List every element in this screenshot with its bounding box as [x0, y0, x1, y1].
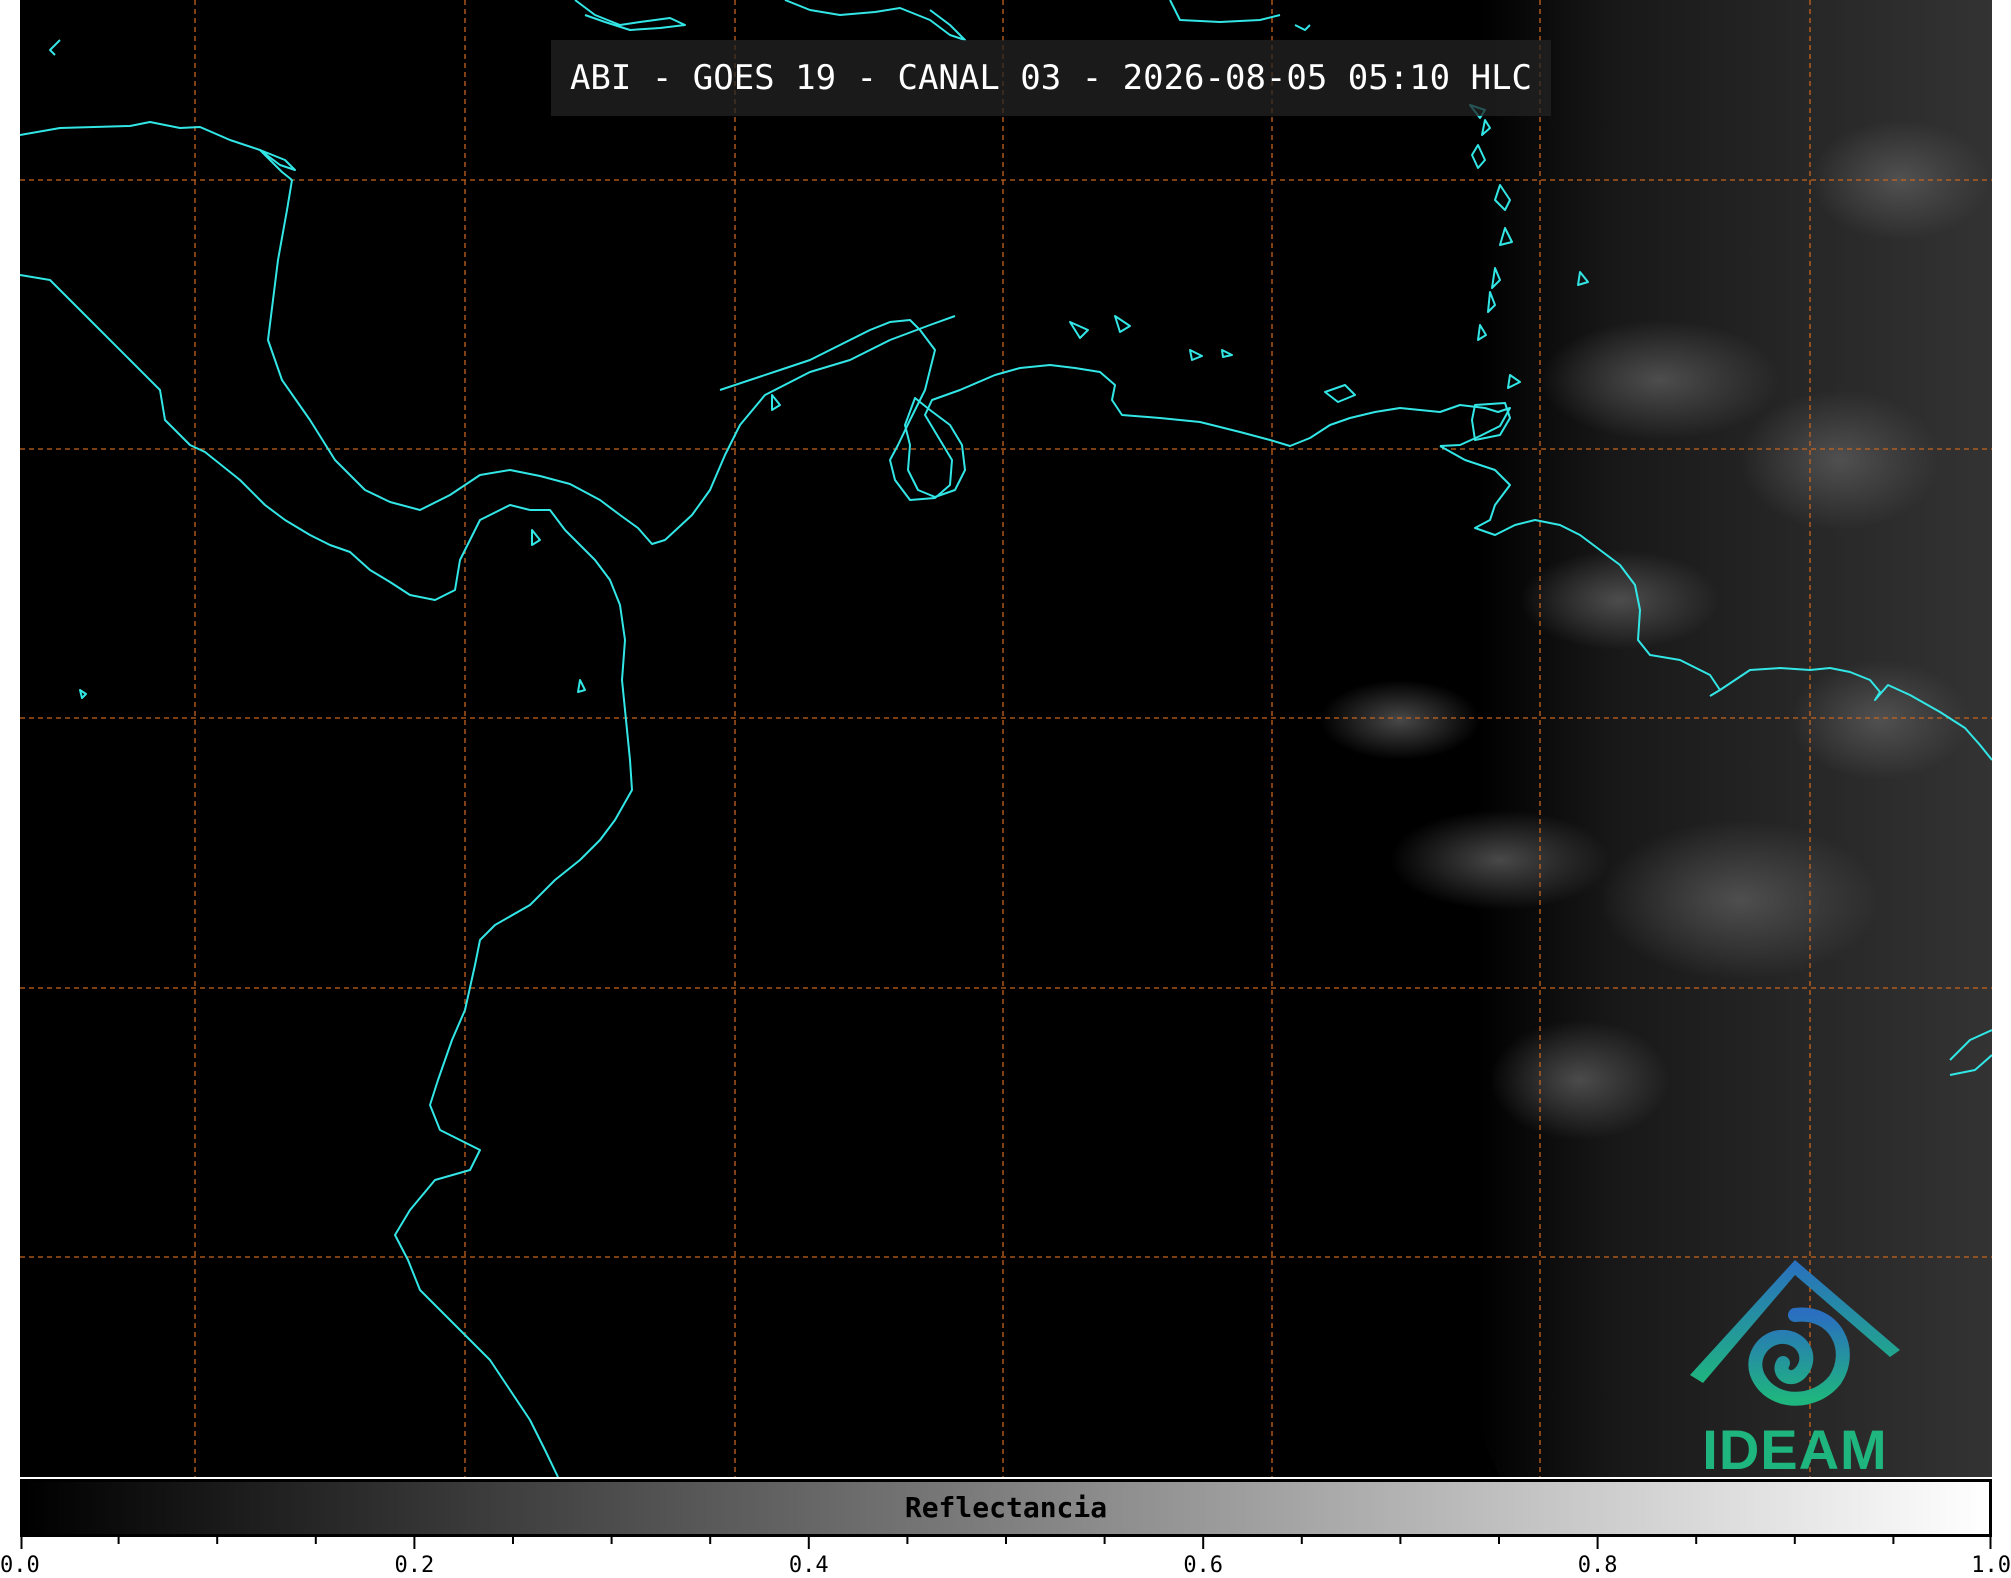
- ideam-logo-text: IDEAM: [1702, 1418, 1888, 1477]
- colorbar-ticks: [20, 1537, 1992, 1549]
- colorbar-tick-label: 1.0: [1971, 1553, 2011, 1578]
- colorbar-tick-label: 0.0: [0, 1553, 40, 1578]
- colorbar-tick-label: 0.4: [788, 1553, 829, 1578]
- ideam-logo: IDEAM: [1685, 1255, 1905, 1477]
- colorbar-tick-label: 0.2: [394, 1553, 435, 1578]
- ideam-logo-icon: [1690, 1260, 1900, 1406]
- map-title: ABI - GOES 19 - CANAL 03 - 2026-08-05 05…: [551, 40, 1551, 116]
- colorbar-label: Reflectancia: [904, 1491, 1108, 1524]
- colorbar-tick-label: 0.6: [1183, 1553, 1224, 1578]
- satellite-map: ABI - GOES 19 - CANAL 03 - 2026-08-05 05…: [20, 0, 1992, 1477]
- colorbar-tick-label: 0.8: [1577, 1553, 1618, 1578]
- colorbar: Reflectancia: [20, 1479, 1992, 1537]
